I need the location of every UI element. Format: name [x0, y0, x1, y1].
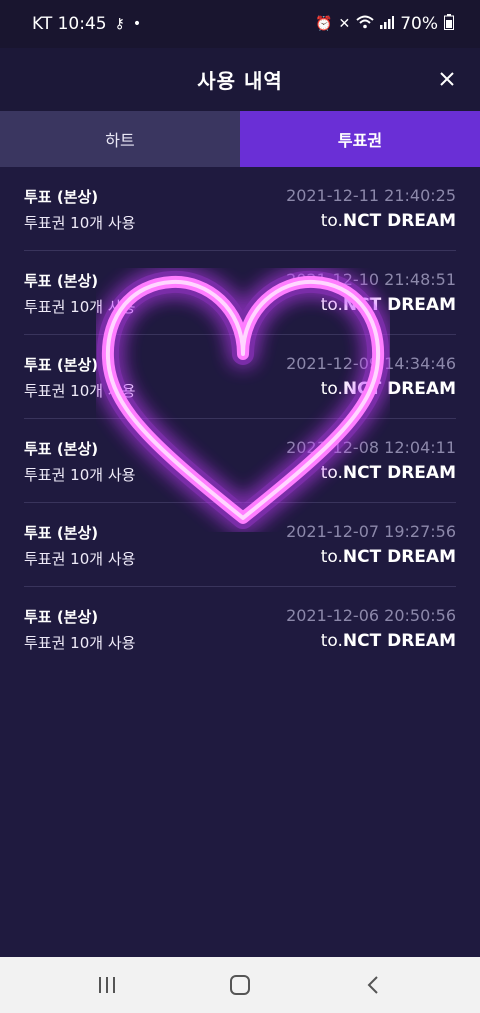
- dot-icon: •: [132, 16, 142, 32]
- close-button[interactable]: [434, 66, 460, 92]
- recent-apps-button[interactable]: [77, 965, 137, 1005]
- item-target-name: NCT DREAM: [342, 463, 456, 483]
- item-description: 투표권 10개 사용: [24, 634, 136, 652]
- item-date: 2021-12-10 21:48:51: [286, 270, 456, 289]
- item-description: 투표권 10개 사용: [24, 550, 136, 568]
- item-description: 투표권 10개 사용: [24, 382, 136, 400]
- item-type: 투표 (본상): [24, 608, 99, 626]
- item-date: 2021-12-08 12:04:11: [286, 438, 456, 457]
- list-item[interactable]: 투표 (본상) 투표권 10개 사용 2021-12-10 21:48:51 t…: [24, 251, 456, 335]
- status-bar: KT 10:45 ⚷ • ⏰ ✕ 70%: [0, 0, 480, 48]
- back-button[interactable]: [343, 965, 403, 1005]
- item-target: to.NCT DREAM: [321, 211, 456, 231]
- item-type: 투표 (본상): [24, 188, 99, 206]
- item-target-name: NCT DREAM: [342, 379, 456, 399]
- status-carrier-time: KT 10:45: [32, 14, 107, 34]
- item-type: 투표 (본상): [24, 272, 99, 290]
- item-target: to.NCT DREAM: [321, 547, 456, 567]
- home-icon: [229, 975, 250, 995]
- close-icon: [440, 72, 454, 86]
- item-target-prefix: to.: [320, 211, 343, 231]
- recent-apps-icon: [98, 977, 115, 993]
- usage-history-list: 투표 (본상) 투표권 10개 사용 2021-12-11 21:40:25 t…: [24, 167, 456, 670]
- wifi-icon: [356, 14, 374, 34]
- item-target-name: NCT DREAM: [342, 211, 456, 231]
- tab-bar: 하트 투표권: [0, 111, 480, 167]
- signal-icon: [380, 14, 395, 34]
- item-target: to.NCT DREAM: [321, 631, 456, 651]
- item-target-name: NCT DREAM: [342, 547, 456, 567]
- item-date: 2021-12-07 19:27:56: [286, 522, 456, 541]
- back-icon: [367, 976, 379, 994]
- item-date: 2021-12-11 21:40:25: [286, 186, 456, 205]
- mute-icon: ✕: [338, 16, 351, 32]
- alarm-icon: ⏰: [315, 16, 333, 32]
- item-target: to.NCT DREAM: [321, 295, 456, 315]
- item-type: 투표 (본상): [24, 524, 99, 542]
- item-target-name: NCT DREAM: [342, 295, 456, 315]
- item-target: to.NCT DREAM: [321, 379, 456, 399]
- system-nav-bar: [0, 957, 480, 1013]
- item-date: 2021-12-09 14:34:46: [286, 354, 456, 373]
- item-target-prefix: to.: [320, 379, 343, 399]
- item-type: 투표 (본상): [24, 440, 99, 458]
- item-description: 투표권 10개 사용: [24, 298, 136, 316]
- item-target-prefix: to.: [320, 295, 343, 315]
- item-target: to.NCT DREAM: [321, 463, 456, 483]
- list-item[interactable]: 투표 (본상) 투표권 10개 사용 2021-12-08 12:04:11 t…: [24, 419, 456, 503]
- list-item[interactable]: 투표 (본상) 투표권 10개 사용 2021-12-07 19:27:56 t…: [24, 503, 456, 587]
- item-target-prefix: to.: [320, 631, 343, 651]
- item-target-name: NCT DREAM: [342, 631, 456, 651]
- item-date: 2021-12-06 20:50:56: [286, 606, 456, 625]
- item-description: 투표권 10개 사용: [24, 466, 136, 484]
- list-item[interactable]: 투표 (본상) 투표권 10개 사용 2021-12-11 21:40:25 t…: [24, 167, 456, 251]
- battery-level: 70%: [400, 14, 438, 34]
- tab-heart[interactable]: 하트: [0, 111, 240, 167]
- list-item[interactable]: 투표 (본상) 투표권 10개 사용 2021-12-06 20:50:56 t…: [24, 587, 456, 670]
- item-type: 투표 (본상): [24, 356, 99, 374]
- key-icon: ⚷: [114, 16, 125, 32]
- item-description: 투표권 10개 사용: [24, 214, 136, 232]
- item-target-prefix: to.: [320, 547, 343, 567]
- item-target-prefix: to.: [320, 463, 343, 483]
- page-title: 사용 내역: [197, 69, 283, 93]
- battery-icon: [444, 13, 454, 35]
- header-bar: 사용 내역: [0, 48, 480, 111]
- list-item[interactable]: 투표 (본상) 투표권 10개 사용 2021-12-09 14:34:46 t…: [24, 335, 456, 419]
- home-button[interactable]: [210, 965, 270, 1005]
- tab-vote-ticket[interactable]: 투표권: [240, 111, 480, 167]
